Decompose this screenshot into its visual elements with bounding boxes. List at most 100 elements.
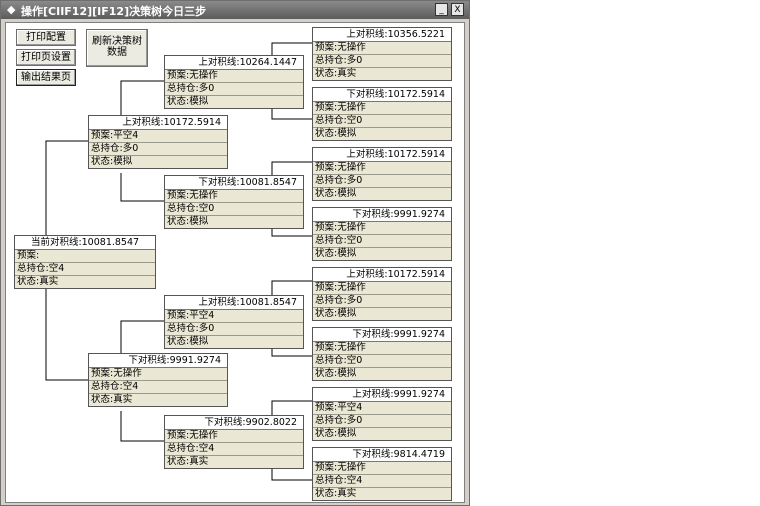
node-position-row: 总持仓:多0 — [313, 295, 451, 308]
tree-node-dd: 下对积线:9902.8022 预案:无操作 总持仓:空4 状态:真实 — [164, 415, 304, 469]
node-plan-value: 无操作 — [189, 70, 218, 81]
print-config-button[interactable]: 打印配置 — [16, 29, 76, 46]
node-state-row: 状态:真实 — [313, 68, 451, 80]
node-title: 上对积线:10172.5914 — [313, 268, 451, 282]
node-state-row: 状态:模拟 — [313, 368, 451, 380]
node-title: 下对积线:10172.5914 — [313, 88, 451, 102]
node-plan-row: 预案:无操作 — [165, 190, 303, 203]
node-position-label: 总持仓: — [315, 235, 347, 246]
node-plan-row: 预案:无操作 — [313, 282, 451, 295]
node-plan-label: 预案: — [315, 462, 338, 473]
node-position-row: 总持仓:多0 — [313, 415, 451, 428]
node-state-value: 真实 — [189, 456, 209, 467]
node-state-value: 模拟 — [113, 156, 133, 167]
connector-u-up — [120, 80, 164, 115]
node-state-label: 状态: — [315, 128, 338, 139]
node-plan-value: 平空4 — [337, 402, 363, 413]
tree-node-udu: 上对积线:10172.5914 预案:无操作 总持仓:多0 状态:模拟 — [312, 147, 452, 201]
refresh-tree-button[interactable]: 刷新决策树 数据 — [86, 29, 148, 67]
tree-node-ddd: 下对积线:9814.4719 预案:无操作 总持仓:空4 状态:真实 — [312, 447, 452, 501]
title-bar[interactable]: ◆ 操作[CIIF12][IF12]决策树今日三步 _ X — [1, 1, 469, 19]
node-position-value: 多0 — [346, 175, 363, 186]
node-state-value: 模拟 — [337, 188, 357, 199]
node-position-value: 空4 — [48, 263, 65, 274]
node-plan-value: 无操作 — [337, 282, 366, 293]
node-title: 当前对积线:10081.8547 — [15, 236, 155, 250]
node-state-value: 模拟 — [337, 128, 357, 139]
connector-root-up — [45, 140, 88, 240]
node-state-row: 状态:真实 — [89, 394, 227, 406]
node-state-label: 状态: — [315, 248, 338, 259]
node-state-row: 状态:模拟 — [165, 336, 303, 348]
node-position-label: 总持仓: — [315, 475, 347, 486]
node-state-label: 状态: — [167, 456, 190, 467]
export-result-button[interactable]: 输出结果页 — [16, 69, 76, 86]
connector-du-up — [271, 280, 312, 295]
node-plan-label: 预案: — [167, 70, 190, 81]
node-position-value: 多0 — [346, 295, 363, 306]
node-state-row: 状态:真实 — [165, 456, 303, 468]
node-plan-value: 无操作 — [337, 462, 366, 473]
node-position-value: 多0 — [346, 55, 363, 66]
node-state-row: 状态:真实 — [313, 488, 451, 500]
tree-node-root: 当前对积线:10081.8547 预案: 总持仓:空4 状态:真实 — [14, 235, 156, 289]
node-plan-label: 预案: — [315, 282, 338, 293]
node-position-row: 总持仓:多0 — [165, 83, 303, 96]
node-state-row: 状态:模拟 — [313, 428, 451, 440]
tree-node-dud: 下对积线:9991.9274 预案:无操作 总持仓:空0 状态:模拟 — [312, 327, 452, 381]
window-title: 操作[CIIF12][IF12]决策树今日三步 — [21, 5, 207, 18]
node-title: 上对积线:10264.1447 — [165, 56, 303, 70]
node-title: 上对积线:10172.5914 — [313, 148, 451, 162]
connector-ud-up — [271, 161, 312, 175]
node-position-value: 多0 — [198, 83, 215, 94]
node-state-value: 模拟 — [337, 248, 357, 259]
node-state-value: 模拟 — [337, 308, 357, 319]
node-plan-value: 平空4 — [189, 310, 215, 321]
node-position-label: 总持仓: — [315, 55, 347, 66]
tree-node-uud: 下对积线:10172.5914 预案:无操作 总持仓:空0 状态:模拟 — [312, 87, 452, 141]
node-plan-label: 预案: — [315, 402, 338, 413]
node-position-row: 总持仓:多0 — [165, 323, 303, 336]
node-state-row: 状态:模拟 — [165, 96, 303, 108]
node-state-label: 状态: — [315, 188, 338, 199]
node-state-row: 状态:模拟 — [313, 188, 451, 200]
minimize-button[interactable]: _ — [435, 3, 448, 16]
tree-node-uuu: 上对积线:10356.5221 预案:无操作 总持仓:多0 状态:真实 — [312, 27, 452, 81]
node-position-row: 总持仓:空0 — [313, 355, 451, 368]
connector-d-down — [120, 411, 164, 442]
node-position-row: 总持仓:空4 — [15, 263, 155, 276]
node-plan-value: 无操作 — [337, 102, 366, 113]
node-position-label: 总持仓: — [167, 83, 199, 94]
node-position-value: 空4 — [346, 475, 363, 486]
node-plan-value: 无操作 — [337, 162, 366, 173]
node-plan-value: 无操作 — [337, 222, 366, 233]
node-position-label: 总持仓: — [315, 295, 347, 306]
node-position-label: 总持仓: — [167, 203, 199, 214]
node-state-label: 状态: — [315, 428, 338, 439]
node-title: 下对积线:9814.4719 — [313, 448, 451, 462]
node-plan-row: 预案: — [15, 250, 155, 263]
tree-node-duu: 上对积线:10172.5914 预案:无操作 总持仓:多0 状态:模拟 — [312, 267, 452, 321]
close-button[interactable]: X — [451, 3, 464, 16]
node-position-value: 空0 — [346, 355, 363, 366]
node-position-label: 总持仓: — [315, 415, 347, 426]
connector-dd-up — [271, 400, 312, 415]
node-plan-row: 预案:无操作 — [313, 222, 451, 235]
node-position-label: 总持仓: — [17, 263, 49, 274]
connector-u-down — [120, 173, 164, 202]
page-setup-button[interactable]: 打印页设置 — [16, 49, 76, 66]
refresh-tree-label-line1: 刷新决策树 — [92, 36, 142, 47]
node-state-value: 模拟 — [189, 216, 209, 227]
node-position-row: 总持仓:多0 — [313, 55, 451, 68]
node-state-value: 真实 — [39, 276, 59, 287]
decision-tree-window: ◆ 操作[CIIF12][IF12]决策树今日三步 _ X 打印配置 打印页设置… — [0, 0, 470, 506]
node-position-row: 总持仓:空0 — [313, 115, 451, 128]
node-position-value: 空4 — [122, 381, 139, 392]
node-title: 上对积线:10172.5914 — [89, 116, 227, 130]
node-state-row: 状态:模拟 — [89, 156, 227, 168]
node-position-value: 多0 — [122, 143, 139, 154]
node-state-row: 状态:模拟 — [165, 216, 303, 228]
node-position-value: 多0 — [198, 323, 215, 334]
node-position-row: 总持仓:空0 — [165, 203, 303, 216]
node-plan-label: 预案: — [167, 430, 190, 441]
